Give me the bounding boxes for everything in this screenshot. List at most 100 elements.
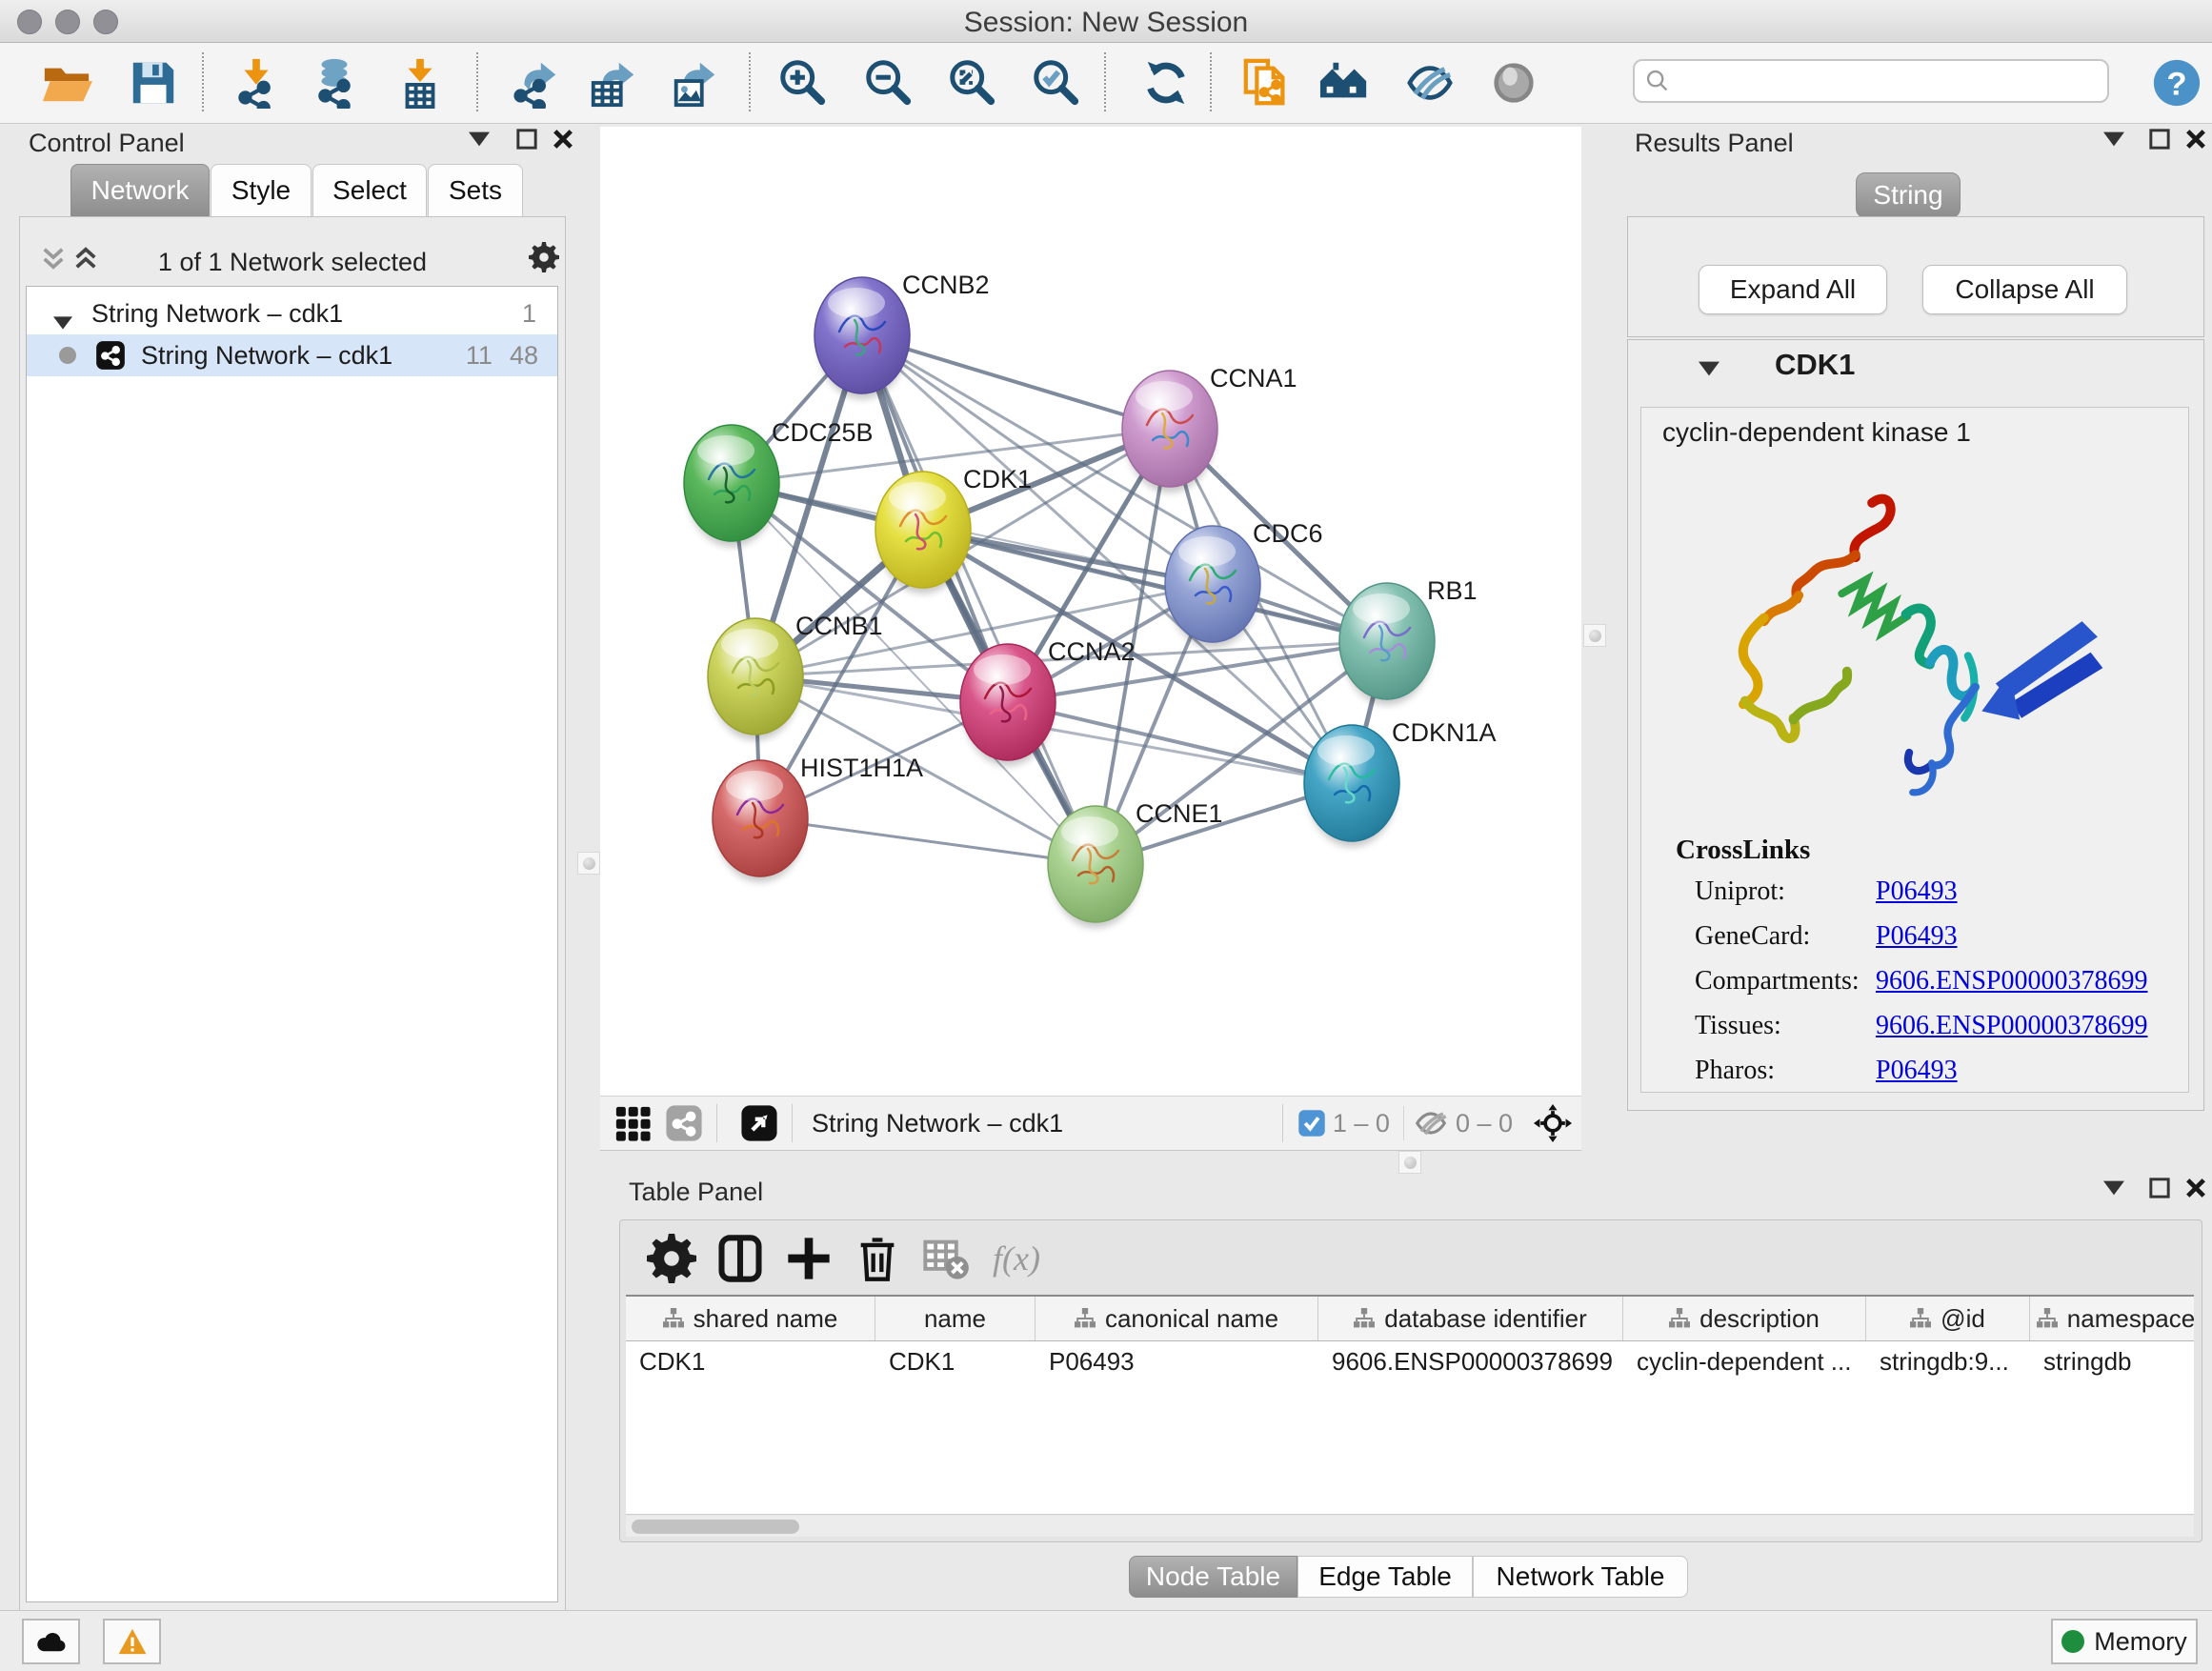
import-network-database-icon[interactable]	[307, 55, 362, 111]
scrollbar-thumb[interactable]	[632, 1520, 799, 1534]
results-panel-collapse-button[interactable]	[2103, 129, 2124, 150]
houses-icon[interactable]	[1317, 55, 1372, 111]
column-header--id[interactable]: @id	[1866, 1297, 2030, 1340]
network-tree-root-row[interactable]: String Network – cdk1 1	[27, 292, 557, 334]
table-cell[interactable]: 9606.ENSP00000378699	[1318, 1340, 1623, 1382]
grid-view-icon[interactable]	[613, 1104, 652, 1142]
control-panel-float-button[interactable]	[516, 129, 537, 150]
node-CDC6[interactable]: CDC6	[1165, 519, 1323, 648]
node-CCNB2[interactable]: CCNB2	[814, 271, 990, 399]
node-CCNA1[interactable]: CCNA1	[1122, 364, 1297, 493]
warnings-button[interactable]	[103, 1619, 161, 1664]
open-session-icon[interactable]	[39, 55, 94, 111]
selected-checkbox-icon[interactable]	[1297, 1104, 1327, 1142]
zoom-in-icon[interactable]	[775, 55, 831, 111]
control-panel-close-button[interactable]	[553, 129, 573, 150]
tab-sets[interactable]: Sets	[428, 164, 523, 217]
tab-edge-table[interactable]: Edge Table	[1297, 1556, 1473, 1598]
table-cell[interactable]: cyclin-dependent ...	[1623, 1340, 1866, 1382]
zoom-selected-icon[interactable]	[1029, 55, 1084, 111]
edge-HIST1H1A-CCNE1[interactable]	[760, 818, 1096, 864]
results-panel-float-button[interactable]	[2149, 129, 2170, 150]
network-tree-row-selected[interactable]: String Network – cdk1 11 48	[27, 334, 557, 376]
gene-description: cyclin-dependent kinase 1	[1662, 417, 1971, 448]
node-CCNA2[interactable]: CCNA2	[960, 637, 1136, 766]
import-table-icon[interactable]	[392, 55, 448, 111]
help-icon[interactable]: ?	[2149, 55, 2204, 111]
edge-CCNA2-CDKN1A[interactable]	[1008, 702, 1352, 783]
table-cell[interactable]: CDK1	[875, 1340, 1036, 1382]
network-item-label: String Network – cdk1	[141, 341, 392, 371]
network-options-gear-icon[interactable]	[529, 242, 559, 272]
cloud-button[interactable]	[22, 1619, 80, 1664]
export-network-icon[interactable]	[508, 55, 563, 111]
export-table-icon[interactable]	[586, 55, 641, 111]
tab-string[interactable]: String	[1856, 172, 1961, 218]
gene-section: CDK1 cyclin-dependent kinase 1	[1627, 339, 2204, 1111]
crosshair-icon[interactable]	[1534, 1104, 1572, 1142]
network-badge-icon[interactable]	[665, 1104, 703, 1142]
expand-all-button[interactable]: Expand All	[1699, 265, 1887, 314]
edge-CCNB2-CCNE1[interactable]	[862, 335, 1096, 864]
tab-style[interactable]: Style	[211, 164, 312, 217]
network-canvas[interactable]: CCNB2 CCNA1 CDC25B CDK1 CDC6 RB1	[600, 127, 1581, 1104]
table-panel-close-button[interactable]	[2185, 1178, 2206, 1198]
node-CDC25B[interactable]: CDC25B	[684, 418, 874, 547]
birdseye-view-icon[interactable]	[740, 1104, 778, 1142]
save-session-icon[interactable]	[126, 55, 181, 111]
collapse-all-button[interactable]: Collapse All	[1922, 265, 2127, 314]
results-panel-close-button[interactable]	[2185, 129, 2206, 150]
node-CCNB1[interactable]: CCNB1	[708, 612, 883, 740]
column-header-database-identifier[interactable]: database identifier	[1318, 1297, 1623, 1340]
hidden-eye-slash-icon[interactable]	[1412, 1104, 1450, 1142]
delete-column-icon[interactable]	[853, 1234, 902, 1283]
column-header-canonical-name[interactable]: canonical name	[1036, 1297, 1318, 1340]
left-splitter-handle[interactable]	[577, 852, 600, 875]
tab-network[interactable]: Network	[70, 164, 210, 217]
search-input[interactable]	[1633, 59, 2109, 103]
table-panel-collapse-button[interactable]	[2103, 1178, 2124, 1198]
zoom-fit-icon[interactable]	[945, 55, 1000, 111]
right-splitter-handle[interactable]	[1583, 624, 1606, 647]
crosslink-link[interactable]: 9606.ENSP00000378699	[1876, 1011, 2147, 1041]
table-row[interactable]: CDK1CDK1P064939606.ENSP00000378699cyclin…	[626, 1340, 2194, 1382]
toolbar-separator	[202, 52, 204, 111]
crosslink-link[interactable]: P06493	[1876, 1056, 1958, 1086]
gene-expander-icon[interactable]	[1699, 361, 1719, 376]
orb-icon[interactable]	[1486, 55, 1541, 111]
column-header-namespace[interactable]: namespace	[2030, 1297, 2194, 1340]
control-panel-collapse-button[interactable]	[469, 129, 490, 150]
eye-slash-icon[interactable]	[1402, 55, 1458, 111]
tab-node-table[interactable]: Node Table	[1129, 1556, 1297, 1598]
bottom-splitter-handle[interactable]	[1398, 1151, 1421, 1174]
crosslink-link[interactable]: P06493	[1876, 876, 1958, 907]
document-share-icon[interactable]	[1238, 55, 1294, 111]
zoom-out-icon[interactable]	[861, 55, 916, 111]
node-CCNE1[interactable]: CCNE1	[1048, 799, 1223, 928]
memory-status-dot	[2061, 1630, 2084, 1653]
node-CDK1[interactable]: CDK1	[875, 465, 1032, 594]
memory-button[interactable]: Memory	[2051, 1619, 2198, 1664]
column-header-name[interactable]: name	[875, 1297, 1036, 1340]
column-header-description[interactable]: description	[1623, 1297, 1866, 1340]
table-cell[interactable]: P06493	[1036, 1340, 1318, 1382]
crosslink-link[interactable]: 9606.ENSP00000378699	[1876, 966, 2147, 997]
table-cell[interactable]: stringdb	[2030, 1340, 2194, 1382]
table-settings-gear-icon[interactable]	[647, 1234, 696, 1283]
tab-network-table[interactable]: Network Table	[1473, 1556, 1688, 1598]
node-HIST1H1A[interactable]: HIST1H1A	[713, 754, 923, 882]
node-CDKN1A[interactable]: CDKN1A	[1304, 718, 1497, 847]
node-RB1[interactable]: RB1	[1339, 576, 1478, 705]
show-columns-icon[interactable]	[715, 1234, 765, 1283]
tab-select[interactable]: Select	[312, 164, 427, 217]
refresh-icon[interactable]	[1138, 55, 1194, 111]
crosslink-link[interactable]: P06493	[1876, 921, 1958, 952]
table-cell[interactable]: stringdb:9...	[1866, 1340, 2030, 1382]
add-column-icon[interactable]	[784, 1234, 834, 1283]
import-network-file-icon[interactable]	[229, 55, 284, 111]
table-horizontal-scrollbar[interactable]	[626, 1516, 2194, 1537]
table-cell[interactable]: CDK1	[626, 1340, 875, 1382]
table-panel-float-button[interactable]	[2149, 1178, 2170, 1198]
column-header-shared-name[interactable]: shared name	[626, 1297, 875, 1340]
export-image-icon[interactable]	[667, 55, 722, 111]
